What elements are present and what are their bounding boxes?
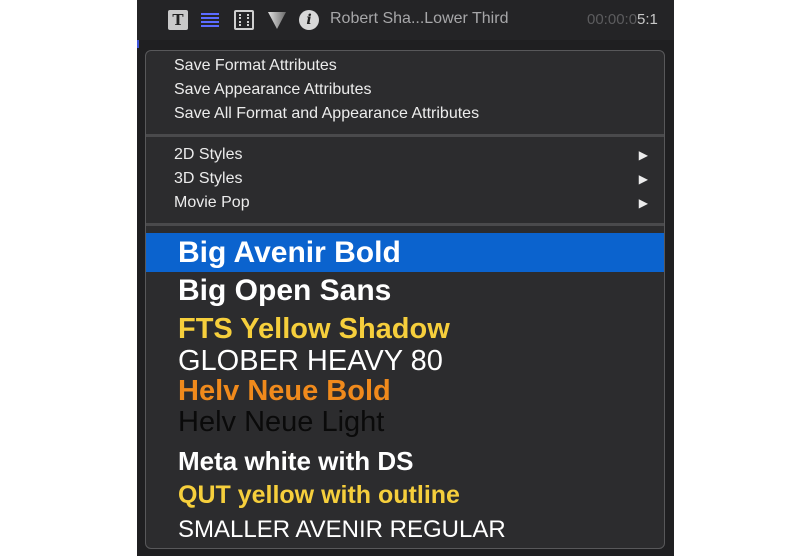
text-inspector-icon[interactable]: T (168, 10, 188, 30)
clip-title: Robert Sha...Lower Third (330, 10, 509, 27)
menu-item-2d-styles[interactable]: 2D Styles ▶ (146, 144, 664, 166)
color-triangle-icon[interactable] (267, 10, 287, 30)
menu-item-3d-styles[interactable]: 3D Styles ▶ (146, 168, 664, 190)
menu-separator (146, 223, 664, 226)
style-item-big-open-sans[interactable]: Big Open Sans (146, 272, 664, 310)
submenu-arrow-icon: ▶ (638, 172, 648, 186)
menu-separator (146, 134, 664, 137)
timecode: 00:00:05:1 (587, 11, 658, 28)
info-icon[interactable]: i (299, 10, 319, 30)
text-styles-menu: Save Format Attributes Save Appearance A… (145, 50, 665, 549)
menu-item-label: 3D Styles (174, 170, 243, 187)
style-item-qut-yellow-outline[interactable]: QUT yellow with outline (146, 480, 664, 510)
style-item-meta-white-ds[interactable]: Meta white with DS (146, 446, 664, 476)
menu-item-save-appearance[interactable]: Save Appearance Attributes (146, 79, 664, 101)
menu-item-save-all[interactable]: Save All Format and Appearance Attribute… (146, 103, 664, 125)
inspector-toolbar: T i Robert Sha...Lower Third 00:00:05:1 (137, 0, 674, 40)
menu-item-save-format[interactable]: Save Format Attributes (146, 55, 664, 77)
selection-edge (137, 40, 139, 48)
style-item-fts-yellow-shadow[interactable]: FTS Yellow Shadow (146, 311, 664, 347)
menu-item-label: 2D Styles (174, 146, 243, 163)
style-item-big-avenir-bold[interactable]: Big Avenir Bold (146, 233, 664, 272)
style-item-smaller-avenir-regular[interactable]: SMALLER AVENIR REGULAR (146, 515, 664, 545)
menu-item-label: Movie Pop (174, 194, 250, 211)
submenu-arrow-icon: ▶ (638, 196, 648, 210)
menu-item-movie-pop[interactable]: Movie Pop ▶ (146, 192, 664, 214)
timecode-bright: 5:1 (637, 11, 658, 28)
timecode-dim: 00:00:0 (587, 11, 638, 28)
submenu-arrow-icon: ▶ (638, 148, 648, 162)
style-item-helv-neue-light[interactable]: Helv Neue Light (146, 407, 664, 438)
paragraph-lines-icon[interactable] (200, 10, 220, 30)
film-strip-icon[interactable] (234, 10, 254, 30)
style-item-helv-neue-bold[interactable]: Helv Neue Bold (146, 376, 664, 407)
style-item-glober-heavy-80[interactable]: GLOBER HEAVY 80 (146, 346, 664, 376)
